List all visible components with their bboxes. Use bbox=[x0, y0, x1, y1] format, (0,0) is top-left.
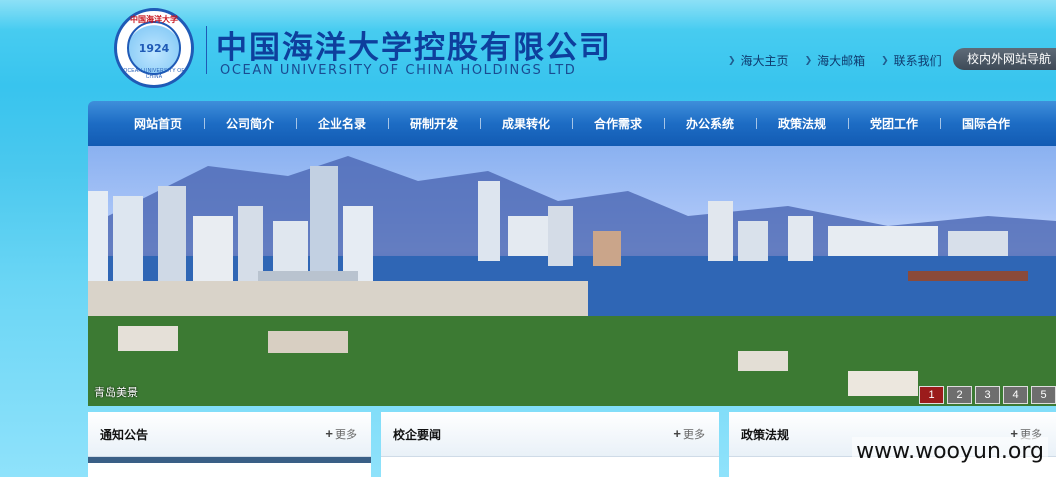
chevron-right-icon: ❯ bbox=[728, 55, 736, 65]
chevron-right-icon: ❯ bbox=[804, 55, 813, 65]
plus-icon: + bbox=[673, 426, 681, 441]
nav-item-policy[interactable]: 政策法规 bbox=[756, 115, 848, 132]
pager-button-1[interactable]: 1 bbox=[919, 386, 944, 404]
watermark-text: www.wooyun.org bbox=[852, 437, 1048, 466]
site-navigation-button[interactable]: 校内外网站导航 bbox=[953, 48, 1056, 70]
nav-item-cooperation[interactable]: 合作需求 bbox=[572, 115, 664, 132]
panel-title: 政策法规 bbox=[741, 427, 790, 442]
banner-cityscape-image bbox=[88, 156, 1056, 406]
nav-item-party[interactable]: 党团工作 bbox=[848, 115, 940, 132]
panel-title: 通知公告 bbox=[100, 427, 149, 442]
banner-pager: 1 2 3 4 5 bbox=[919, 386, 1056, 404]
panel-header: 校企要闻 + 更多 bbox=[381, 412, 719, 457]
more-link[interactable]: + 更多 bbox=[325, 426, 357, 442]
banner-caption: 青岛美景 bbox=[94, 387, 138, 399]
nav-item-home[interactable]: 网站首页 bbox=[112, 115, 204, 132]
banner-slideshow[interactable]: 青岛美景 1 2 3 4 5 bbox=[88, 146, 1056, 406]
panel-header: 通知公告 + 更多 bbox=[88, 412, 371, 457]
title-divider bbox=[206, 26, 207, 74]
site-title-chinese: 中国海洋大学控股有限公司 bbox=[216, 30, 612, 66]
logo-ring-bottom-text: OCEAN UNIVERSITY OF CHINA bbox=[123, 68, 185, 80]
more-link[interactable]: + 更多 bbox=[673, 426, 705, 442]
panel-notices: 通知公告 + 更多 bbox=[88, 412, 371, 477]
more-label: 更多 bbox=[683, 429, 705, 441]
pager-button-2[interactable]: 2 bbox=[947, 386, 972, 404]
logo-emblem: 1924 bbox=[127, 21, 181, 75]
top-link-label: 海大邮箱 bbox=[817, 54, 866, 68]
nav-item-international[interactable]: 国际合作 bbox=[940, 115, 1032, 132]
panel-title: 校企要闻 bbox=[393, 427, 442, 442]
nav-item-about[interactable]: 公司简介 bbox=[204, 115, 296, 132]
more-label: 更多 bbox=[335, 429, 357, 441]
nav-item-transfer[interactable]: 成果转化 bbox=[480, 115, 572, 132]
university-logo[interactable]: 中国海洋大学 1924 OCEAN UNIVERSITY OF CHINA bbox=[114, 8, 194, 88]
site-title-english: OCEAN UNIVERSITY OF CHINA HOLDINGS LTD bbox=[220, 63, 577, 78]
logo-ring-top-text: 中国海洋大学 bbox=[130, 15, 178, 24]
plus-icon: + bbox=[325, 426, 333, 441]
top-link-label: 联系我们 bbox=[893, 54, 942, 68]
nav-item-office[interactable]: 办公系统 bbox=[664, 115, 756, 132]
panel-news: 校企要闻 + 更多 bbox=[381, 412, 719, 477]
nav-item-directory[interactable]: 企业名录 bbox=[296, 115, 388, 132]
top-link-contact[interactable]: ❯ 联系我们 bbox=[881, 52, 942, 69]
chevron-right-icon: ❯ bbox=[881, 55, 889, 65]
top-links: ❯ 海大主页 ❯ 海大邮箱 ❯ 联系我们 bbox=[728, 52, 942, 69]
nav-item-rnd[interactable]: 研制开发 bbox=[388, 115, 480, 132]
top-link-home[interactable]: ❯ 海大主页 bbox=[728, 52, 789, 69]
panel-divider bbox=[88, 457, 371, 463]
header: 中国海洋大学 1924 OCEAN UNIVERSITY OF CHINA 中国… bbox=[0, 0, 1056, 100]
logo-year: 1924 bbox=[138, 41, 170, 55]
main-nav: 网站首页 公司简介 企业名录 研制开发 成果转化 合作需求 办公系统 政策法规 … bbox=[88, 101, 1056, 146]
top-link-mail[interactable]: ❯ 海大邮箱 bbox=[805, 52, 866, 69]
pager-button-5[interactable]: 5 bbox=[1031, 386, 1056, 404]
pager-button-3[interactable]: 3 bbox=[975, 386, 1000, 404]
top-link-label: 海大主页 bbox=[740, 54, 789, 68]
pager-button-4[interactable]: 4 bbox=[1003, 386, 1028, 404]
